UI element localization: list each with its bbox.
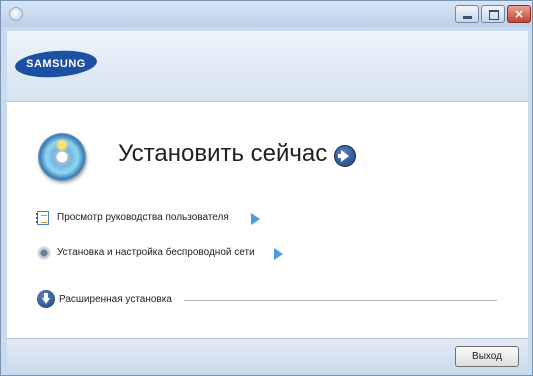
header-banner: SAMSUNG [7,31,528,102]
samsung-logo: SAMSUNG [14,48,98,80]
logo-text: SAMSUNG [26,58,86,70]
exit-button[interactable]: Выход [455,346,519,367]
document-icon [36,211,49,225]
close-button[interactable]: × [507,5,531,23]
maximize-button[interactable] [481,5,505,23]
close-icon: × [513,7,525,21]
footer-bar: Выход [7,338,528,372]
arrow-down-circle-icon[interactable] [37,290,55,308]
install-disc-icon[interactable] [38,133,86,181]
install-now-link[interactable]: Установить сейчас [118,140,327,168]
advanced-install-toggle[interactable]: Расширенная установка [37,290,497,310]
play-arrow-icon [251,213,260,225]
user-guide-label: Просмотр руководства пользователя [57,212,229,223]
title-bar[interactable]: × [1,1,532,27]
divider-line [184,300,497,301]
advanced-install-label: Расширенная установка [59,294,172,305]
installer-window: × SAMSUNG Установить сейчас Просмотр рук… [0,0,533,376]
arrow-right-circle-icon[interactable] [334,145,356,167]
main-panel: Установить сейчас Просмотр руководства п… [7,102,528,338]
minimize-button[interactable] [455,5,479,23]
wireless-network-icon [37,246,51,260]
wireless-setup-label: Установка и настройка беспроводной сети [57,247,255,258]
app-icon [9,7,23,21]
play-arrow-icon [274,248,283,260]
